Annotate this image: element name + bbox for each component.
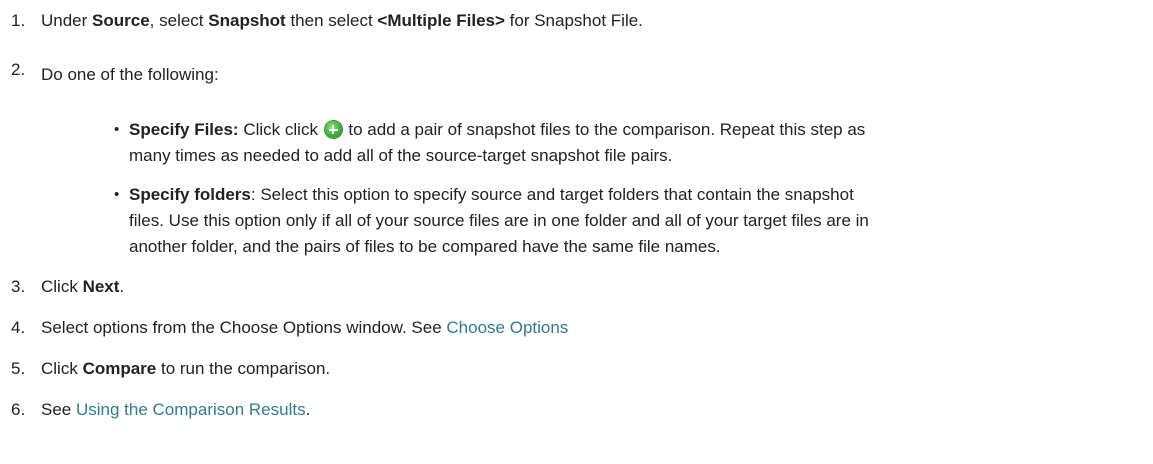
ui-term-snapshot: Snapshot xyxy=(208,11,286,30)
step-text: Under Source, select Snapshot then selec… xyxy=(41,11,643,30)
add-icon xyxy=(324,121,342,138)
ui-term-multiple-files: <Multiple Files> xyxy=(377,11,505,30)
option-specify-folders: Specify folders xyxy=(129,185,251,204)
step-text: Click Next. xyxy=(41,277,125,296)
step-number: 2. xyxy=(11,60,26,79)
step-text: Click Compare to run the comparison. xyxy=(41,359,331,378)
ui-term-compare: Compare xyxy=(82,359,157,378)
bullet-line: Specify Files: Click click to add a pair… xyxy=(129,120,866,139)
step-number: 4. xyxy=(11,318,26,337)
bullet-marker: • xyxy=(114,186,120,203)
link-using-comparison-results[interactable]: Using the Comparison Results xyxy=(76,400,306,419)
ui-term-next: Next xyxy=(82,277,120,296)
bullet-line: files. Use this option only if all of yo… xyxy=(129,211,869,230)
ui-term-source: Source xyxy=(92,11,150,30)
step-text: Do one of the following: xyxy=(41,65,219,84)
bullet-line: Specify folders: Select this option to s… xyxy=(129,185,854,204)
step-number: 5. xyxy=(11,359,26,378)
bullet-line: another folder, and the pairs of files t… xyxy=(129,237,721,256)
bullet-line: many times as needed to add all of the s… xyxy=(129,146,673,165)
step-number: 3. xyxy=(11,277,26,296)
step-text: Select options from the Choose Options w… xyxy=(41,318,569,337)
bullet-marker: • xyxy=(114,121,120,138)
step-number: 1. xyxy=(11,11,26,30)
option-specify-files: Specify Files: xyxy=(129,120,239,139)
step-number: 6. xyxy=(11,400,26,419)
step-text: See Using the Comparison Results. xyxy=(41,400,311,419)
link-choose-options[interactable]: Choose Options xyxy=(446,318,568,337)
